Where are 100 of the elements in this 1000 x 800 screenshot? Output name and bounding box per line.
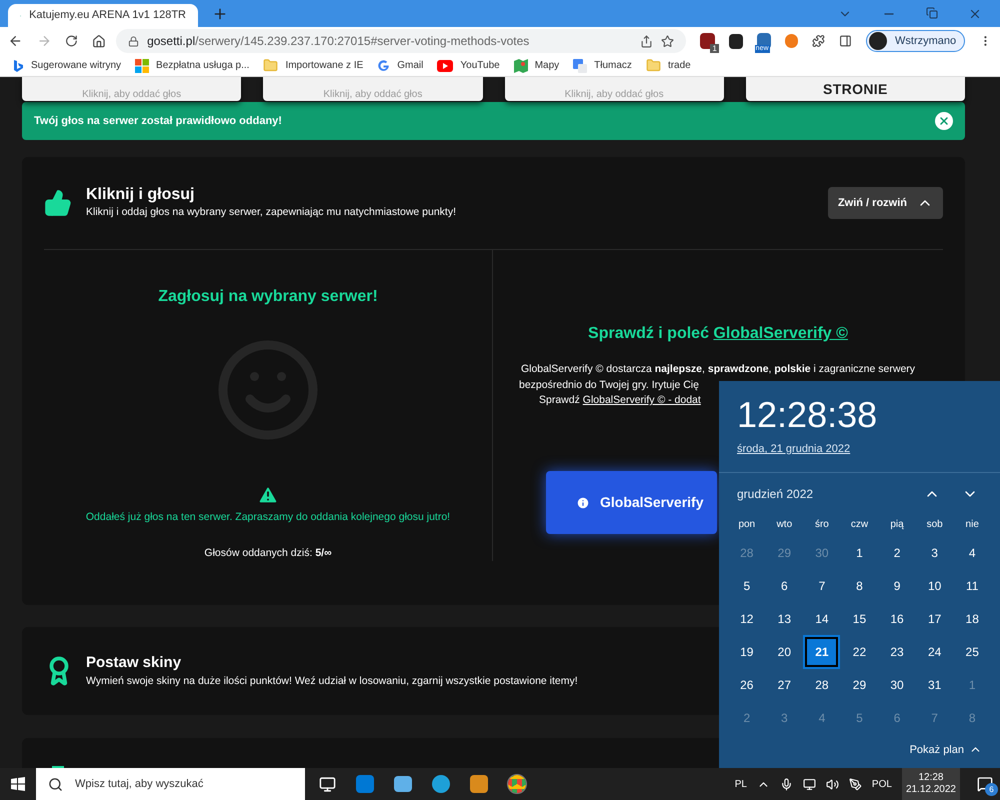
translate-icon	[573, 58, 588, 72]
calendar-day[interactable]: 3	[918, 538, 952, 568]
language-indicator[interactable]: POL	[872, 776, 892, 792]
calendar-day[interactable]: 2	[880, 538, 914, 568]
collapse-button[interactable]: Zwiń / rozwiń	[828, 186, 943, 219]
tab-title: Katujemy.eu ARENA 1v1 128TR	[29, 8, 186, 24]
taskbar-search-field[interactable]: Wpisz tutaj, aby wyszukać	[36, 768, 305, 800]
bookmark[interactable]: trade	[646, 58, 691, 73]
bookmark[interactable]: Mapy	[514, 58, 560, 73]
calendar-day[interactable]: 8	[842, 570, 876, 600]
calendar-day[interactable]: 7	[805, 570, 838, 600]
calendar-day[interactable]: 24	[918, 636, 952, 666]
bookmark[interactable]: YouTube	[437, 58, 500, 73]
windows-logo-icon	[135, 58, 150, 72]
calendar-day[interactable]: 23	[880, 636, 914, 666]
calendar-day[interactable]: 19	[730, 636, 764, 666]
weekday-label: czw	[850, 518, 870, 532]
alert-text: Twój głos na serwer został prawidłowo oddany!	[34, 114, 282, 129]
calendar-day[interactable]: 11	[956, 570, 989, 600]
app-icon[interactable]	[394, 776, 412, 792]
weekday-label: pon	[737, 518, 756, 532]
calendar-day[interactable]: 22	[842, 636, 876, 666]
browser-tab[interactable]: Katujemy.eu ARENA 1v1 128TR	[8, 4, 198, 27]
reload-icon[interactable]	[65, 34, 78, 48]
calendar-day[interactable]: 28	[805, 670, 838, 700]
side-panel-icon[interactable]	[839, 34, 852, 48]
section-title: Postaw skiny	[86, 652, 182, 673]
address-bar[interactable]: gosetti.pl/serwery/145.239.237.170:27015#server-voting-methods-votes	[116, 29, 686, 53]
method-card[interactable]: STRONIE	[746, 77, 965, 101]
back-icon[interactable]	[8, 33, 23, 49]
calendar-day[interactable]: 14	[805, 604, 838, 634]
notifications-icon[interactable]	[977, 776, 993, 792]
globalserverify-button[interactable]: GlobalServerify	[546, 471, 717, 534]
extension-icon[interactable]	[728, 34, 743, 48]
restore-icon[interactable]	[926, 6, 938, 18]
search-icon	[48, 776, 63, 792]
section-subtitle: Kliknij i oddaj głos na wybrany serwer, zapewniając mu natychmiastowe punkty!	[86, 205, 458, 220]
calendar-day[interactable]: 9	[880, 570, 914, 600]
weekday-label: nie	[964, 518, 980, 532]
calendar-day[interactable]: 30	[880, 670, 914, 700]
plus-icon	[212, 6, 228, 22]
warning-message: Oddałeś już głos na ten serwer. Zapraszamy do oddania kolejnego głosu jutro!	[86, 510, 450, 525]
description-line: GlobalServerify © dostarcza najlepsze, sprawdzone, polskie i zagraniczne serwery	[520, 362, 916, 377]
calendar-day[interactable]: 21	[805, 636, 838, 666]
calendar-day[interactable]: 16	[880, 604, 914, 634]
bookmark[interactable]: Bezpłatna usługa p...	[135, 58, 250, 73]
calendar-day[interactable]: 12	[730, 604, 764, 634]
calendar-day[interactable]: 29	[842, 670, 876, 700]
calendar-day[interactable]: 4	[956, 538, 989, 568]
store-icon[interactable]	[356, 775, 374, 793]
bookmark[interactable]: Sugerowane witryny	[12, 58, 122, 73]
notification-badge: 6	[985, 783, 998, 796]
bookmark[interactable]: Tłumacz	[573, 58, 632, 73]
windows-icon	[11, 777, 25, 791]
profile-button[interactable]: Wstrzymano	[866, 30, 966, 52]
show-agenda-button[interactable]: Pokaż plan	[910, 742, 982, 758]
weekday-label: sob	[926, 518, 944, 532]
task-view-icon[interactable]	[319, 776, 336, 792]
calendar-day[interactable]: 26	[730, 670, 764, 700]
calendar-day[interactable]: 15	[842, 604, 876, 634]
calendar-day[interactable]: 27	[768, 670, 801, 700]
calendar-day[interactable]: 25	[956, 636, 989, 666]
close-button[interactable]	[935, 112, 953, 130]
heading-link[interactable]: GlobalServerify ©	[713, 324, 848, 342]
calendar-day[interactable]: 18	[956, 604, 989, 634]
bookmark-star-icon[interactable]	[661, 34, 674, 48]
month-label: grudzień 2022	[737, 486, 814, 502]
pen-icon[interactable]	[848, 778, 862, 790]
extensions-icon[interactable]	[812, 34, 826, 48]
map-icon	[514, 58, 528, 72]
votes-today: Głosów oddanych dziś: 5/∞	[204, 546, 332, 560]
recommend-heading: Sprawdź i poleć GlobalServerify ©	[587, 324, 849, 344]
calendar-day[interactable]: 20	[768, 636, 801, 666]
card-subtitle: Kliknij, aby oddać głos	[323, 89, 422, 101]
game-icon[interactable]	[470, 775, 488, 793]
taskbar-clock[interactable]: 12:28 21.12.2022	[902, 768, 960, 800]
folder-icon	[646, 58, 661, 73]
calendar-day[interactable]: 31	[918, 670, 952, 700]
calendar-day[interactable]: 13	[768, 604, 801, 634]
folder-icon	[263, 58, 278, 73]
edge-icon[interactable]	[432, 775, 450, 793]
calendar-day[interactable]: 17	[918, 604, 952, 634]
close-icon	[938, 115, 950, 127]
calendar-day[interactable]: 10	[918, 570, 952, 600]
weekday-label: wto	[776, 518, 794, 532]
microphone-icon[interactable]	[780, 778, 793, 790]
chrome-icon[interactable]	[508, 775, 526, 793]
calendar-day[interactable]: 5	[730, 570, 764, 600]
keyboard-indicator[interactable]: PL	[734, 776, 747, 792]
bookmark[interactable]: Importowane z IE	[263, 58, 364, 73]
bookmark[interactable]: Gmail	[377, 58, 424, 73]
vote-heading: Zagłosuj na wybrany serwer!	[158, 286, 378, 307]
description-link[interactable]: GlobalServerify © - dodat	[582, 394, 701, 406]
home-icon[interactable]	[92, 34, 106, 48]
date-link[interactable]: środa, 21 grudnia 2022	[737, 441, 1000, 458]
calendar-day[interactable]: 6	[768, 570, 801, 600]
share-icon[interactable]	[640, 34, 654, 48]
volume-icon[interactable]	[826, 778, 839, 790]
network-icon[interactable]	[802, 778, 816, 790]
calendar-day[interactable]: 1	[842, 538, 876, 568]
